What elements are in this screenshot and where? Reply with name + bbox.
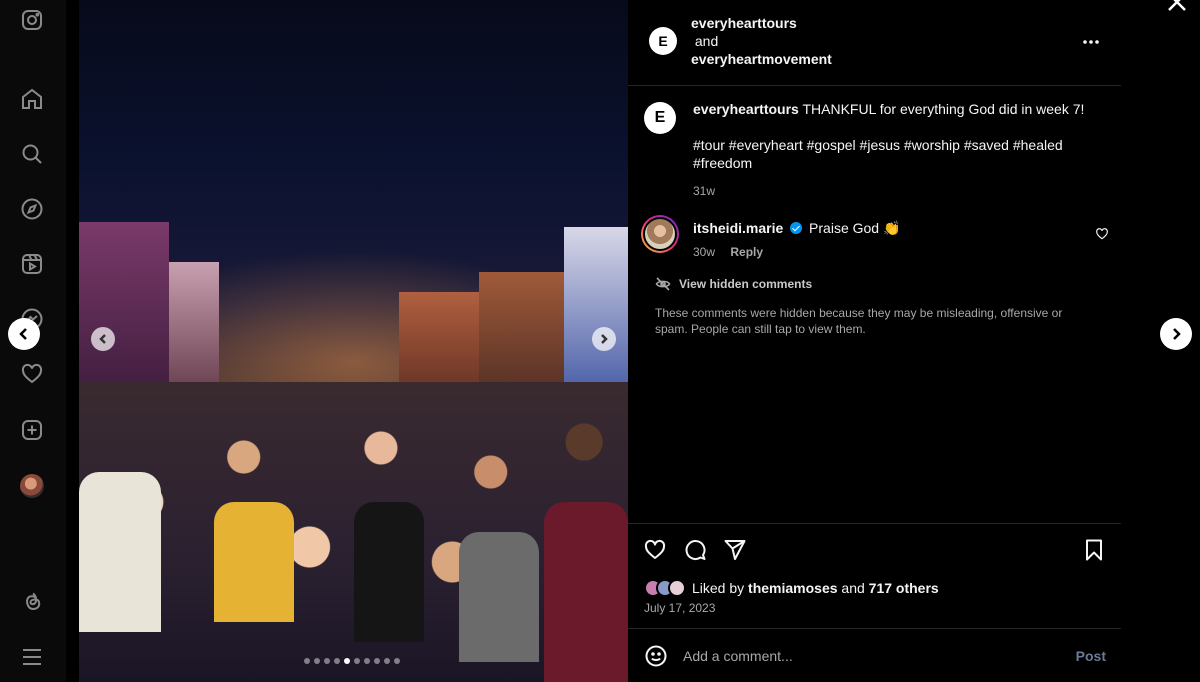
carousel-dot	[304, 658, 310, 664]
carousel-dot	[364, 658, 370, 664]
reply-button[interactable]: Reply	[730, 245, 763, 259]
share-icon[interactable]	[723, 538, 747, 562]
previous-post-button[interactable]	[8, 318, 40, 350]
comment-like-icon[interactable]	[1095, 227, 1109, 241]
liked-others[interactable]: 717 others	[869, 580, 939, 596]
logo-letter: E	[658, 33, 668, 49]
comment-item: itsheidi.marie Praise God 👏 30w Reply	[628, 212, 1121, 272]
close-icon[interactable]	[1166, 0, 1188, 12]
comment-body: itsheidi.marie Praise God 👏	[693, 219, 900, 237]
caption-age: 31w	[693, 184, 716, 198]
logo-letter: E	[654, 109, 666, 126]
chevron-right-icon	[1173, 328, 1181, 340]
notifications-icon[interactable]	[20, 362, 44, 386]
carousel-dot	[374, 658, 380, 664]
comment-icon[interactable]	[683, 538, 707, 562]
carousel-dot	[384, 658, 390, 664]
hidden-comments-note: These comments were hidden because they …	[655, 306, 1063, 336]
profile-avatar[interactable]	[20, 474, 44, 498]
caption-author-logo[interactable]: E	[644, 102, 676, 134]
author-joiner: and	[691, 32, 832, 50]
caption-text: THANKFUL for everything God did in week …	[802, 101, 1085, 117]
action-icons	[643, 538, 747, 562]
post-comment-button[interactable]: Post	[1076, 648, 1106, 664]
next-post-button[interactable]	[1160, 318, 1192, 350]
save-icon[interactable]	[1082, 538, 1106, 562]
crowd-person	[459, 532, 539, 662]
explore-icon[interactable]	[20, 197, 44, 221]
comment-user[interactable]: itsheidi.marie	[693, 220, 783, 236]
menu-icon[interactable]	[20, 645, 44, 669]
instagram-icon[interactable]	[20, 8, 44, 32]
post-details-panel: E everyhearttours and everyheartmovement…	[628, 0, 1121, 682]
author-logo[interactable]: E	[649, 27, 677, 55]
threads-icon[interactable]	[20, 589, 44, 613]
crowd-person	[354, 502, 424, 642]
view-hidden-comments-button[interactable]: View hidden comments	[655, 276, 812, 292]
carousel-dots	[304, 658, 400, 664]
post-photo[interactable]	[79, 0, 628, 682]
crowd-person	[544, 502, 628, 682]
liked-user[interactable]: themiamoses	[748, 580, 837, 596]
author-names: everyhearttours and everyheartmovement	[691, 14, 832, 68]
home-icon[interactable]	[20, 87, 44, 111]
add-comment-bar: Post	[628, 628, 1121, 682]
liked-by: Liked by themiamoses and 717 others	[644, 579, 939, 597]
joiner-text: and	[694, 33, 719, 49]
commenter-avatar[interactable]	[641, 215, 679, 253]
comment-meta: 30w Reply	[693, 245, 763, 259]
search-icon[interactable]	[20, 142, 44, 166]
create-icon[interactable]	[20, 418, 44, 442]
comment-age: 30w	[693, 245, 716, 259]
more-options-icon[interactable]	[1079, 30, 1103, 54]
comment-text: Praise God 👏	[809, 220, 901, 236]
liked-and: and	[841, 580, 865, 596]
carousel-dot	[334, 658, 340, 664]
post-actions: Liked by themiamoses and 717 others July…	[628, 523, 1121, 628]
crowd-person	[79, 472, 161, 632]
eye-off-icon	[655, 277, 671, 291]
view-hidden-comments-label: View hidden comments	[679, 277, 813, 291]
verified-badge-icon	[790, 222, 803, 234]
carousel-dot	[324, 658, 330, 664]
author1-link[interactable]: everyhearttours	[691, 14, 832, 32]
carousel-next-button[interactable]	[592, 327, 616, 351]
author2-link[interactable]: everyheartmovement	[691, 50, 832, 68]
carousel-dot	[314, 658, 320, 664]
post-caption: E everyhearttours THANKFUL for everythin…	[628, 86, 1121, 200]
crowd-person	[214, 502, 294, 622]
chevron-left-icon	[19, 328, 27, 340]
carousel-dot	[394, 658, 400, 664]
like-icon[interactable]	[643, 538, 667, 562]
caption-hashtags[interactable]: #tour #everyheart #gospel #jesus #worshi…	[693, 136, 1105, 172]
post-date[interactable]: July 17, 2023	[644, 601, 715, 615]
carousel-dot	[354, 658, 360, 664]
carousel-prev-button[interactable]	[91, 327, 115, 351]
emoji-icon[interactable]	[644, 644, 668, 668]
carousel-dot	[344, 658, 350, 664]
reels-icon[interactable]	[20, 252, 44, 276]
caption-body: everyhearttours THANKFUL for everything …	[693, 100, 1105, 200]
post-header: E everyhearttours and everyheartmovement	[628, 0, 1121, 86]
liker-avatars[interactable]	[644, 579, 686, 597]
liked-prefix: Liked by	[692, 580, 745, 596]
add-comment-input[interactable]	[683, 644, 1043, 668]
caption-user[interactable]: everyhearttours	[693, 101, 799, 117]
